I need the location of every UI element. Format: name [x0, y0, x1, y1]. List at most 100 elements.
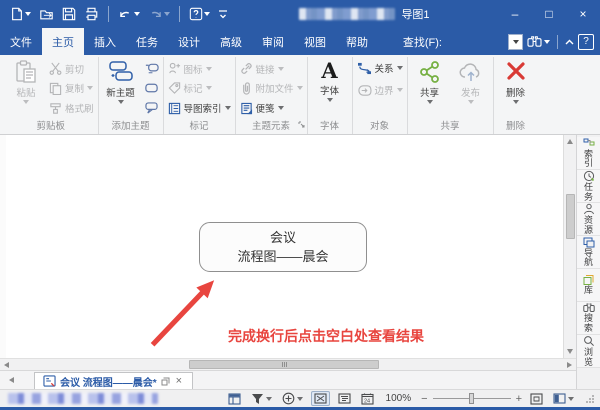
tab-insert[interactable]: 插入 [84, 28, 126, 55]
tab-advanced[interactable]: 高级 [210, 28, 252, 55]
map-index-icon [168, 102, 181, 115]
collapse-ribbon-button[interactable] [561, 39, 578, 45]
side-tab-index-label: 索 引 [584, 150, 593, 169]
group-font: A 字体 字体 [308, 57, 353, 134]
binoculars-icon [527, 35, 542, 48]
side-tab-browse[interactable]: 浏 览 [577, 335, 600, 368]
print-button[interactable] [81, 5, 102, 23]
side-tab-search[interactable]: 搜 索 [577, 302, 600, 335]
central-topic[interactable]: 会议 流程图——晨会 [199, 222, 367, 272]
horizontal-scrollbar[interactable] [0, 358, 576, 370]
icon-marker-icon [168, 62, 181, 75]
group-topic-elements: 链接 附加文件 便笺 主题元素 [236, 57, 308, 134]
side-tab-navigator[interactable]: 导 航 [577, 236, 600, 269]
tab-view[interactable]: 视图 [294, 28, 336, 55]
share-label: 共享 [420, 85, 439, 99]
icon-marker-button: 图标 [168, 60, 231, 78]
tab-review[interactable]: 审阅 [252, 28, 294, 55]
share-button[interactable]: 共享 [412, 58, 448, 119]
triangle-down-icon [567, 349, 573, 354]
font-button[interactable]: A 字体 [312, 58, 348, 119]
add-callout-button[interactable] [144, 99, 159, 117]
open-button[interactable] [36, 5, 57, 23]
font-label: 字体 [320, 83, 339, 97]
map-view-button[interactable] [311, 391, 330, 406]
vertical-scrollbar[interactable] [563, 135, 576, 358]
zoom-out-button[interactable]: − [421, 393, 427, 405]
filter-icon [251, 393, 264, 405]
schedule-view-button[interactable]: 24 [359, 392, 376, 406]
customize-toolbar-icon [218, 8, 228, 20]
scroll-down-button[interactable] [564, 345, 577, 358]
side-tab-tasks[interactable]: 任 务 [577, 170, 600, 203]
sheet-tab-active[interactable]: 会议 流程图——晨会* × [34, 372, 193, 389]
zoom-slider-track[interactable] [433, 398, 511, 399]
side-tab-index[interactable]: 索 引 [577, 137, 600, 170]
sheet-nav-left-button[interactable] [0, 371, 22, 389]
link-label: 链接 [256, 62, 275, 76]
sheet-expand-icon[interactable] [161, 377, 170, 386]
add-subtopic-button[interactable] [144, 60, 159, 78]
plus-circle-icon [282, 392, 295, 405]
add-floating-topic-button[interactable] [144, 79, 159, 97]
dropdown-icon [225, 106, 231, 110]
side-tab-resources[interactable]: 资 源 [577, 203, 600, 236]
outline-view-button[interactable] [336, 392, 353, 405]
format-painter-icon [49, 102, 62, 115]
new-topic-button[interactable]: 新主题 [103, 58, 139, 119]
info-panel-button[interactable] [226, 392, 243, 406]
tab-help[interactable]: 帮助 [336, 28, 378, 55]
ribbon-help-button[interactable]: ? [578, 34, 594, 50]
sheet-close-button[interactable]: × [174, 375, 184, 387]
tab-design[interactable]: 设计 [168, 28, 210, 55]
find-options-button[interactable] [523, 35, 554, 48]
note-button[interactable]: 便笺 [240, 99, 303, 117]
calendar-icon: 24 [361, 393, 374, 405]
customize-toolbar-button[interactable] [215, 6, 231, 22]
tab-home[interactable]: 主页 [42, 28, 84, 55]
side-tab-browse-label: 浏 览 [584, 348, 593, 367]
panel-layout-button[interactable] [551, 392, 576, 405]
side-panel-tabs: 索 引 任 务 资 源 导 航 库 搜 索 [576, 135, 600, 389]
new-document-button[interactable] [7, 5, 34, 23]
zoom-slider-thumb[interactable] [469, 393, 474, 404]
maximize-button[interactable]: □ [532, 0, 566, 28]
zoom-in-button[interactable]: + [516, 393, 522, 405]
side-tab-resources-label: 资 源 [584, 216, 593, 235]
scroll-up-button[interactable] [564, 135, 577, 148]
copy-icon [49, 82, 62, 95]
close-button[interactable]: × [566, 0, 600, 28]
callout-icon [144, 102, 159, 114]
tab-file[interactable]: 文件 [0, 28, 42, 55]
minimize-button[interactable]: – [498, 0, 532, 28]
delete-button[interactable]: 删除 [498, 58, 534, 119]
dropdown-icon [327, 98, 333, 102]
vertical-scroll-thumb[interactable] [566, 194, 575, 239]
zoom-level-label: 100% [382, 393, 416, 404]
map-canvas[interactable]: 会议 流程图——晨会 完成换行后点击空白处查看结果 [0, 135, 563, 358]
relationship-button[interactable]: 关系 [357, 59, 403, 77]
delete-label: 删除 [506, 85, 525, 99]
dialog-launcher-icon[interactable] [298, 119, 305, 131]
boundary-label: 边界 [375, 83, 394, 97]
fit-window-button[interactable] [528, 392, 545, 406]
tab-task[interactable]: 任务 [126, 28, 168, 55]
map-view-icon [314, 393, 327, 404]
side-tab-tasks-label: 任 务 [584, 183, 593, 202]
help-menu-button[interactable] [186, 5, 213, 23]
dropdown-icon [204, 12, 210, 16]
side-tab-library[interactable]: 库 [577, 269, 600, 302]
find-history-dropdown[interactable] [508, 34, 523, 50]
resize-grip[interactable] [586, 395, 594, 403]
group-label-delete: 删除 [498, 119, 534, 134]
horizontal-scroll-thumb[interactable] [189, 360, 379, 369]
filter-button[interactable] [249, 392, 274, 406]
calendar-day-text: 24 [364, 398, 370, 404]
dropdown-icon [87, 86, 93, 90]
save-button[interactable] [59, 5, 79, 23]
add-view-button[interactable] [280, 391, 305, 406]
map-index-button[interactable]: 导图索引 [168, 99, 231, 117]
undo-button[interactable] [115, 6, 143, 23]
dropdown-icon [278, 106, 284, 110]
paste-label: 粘贴 [16, 85, 35, 99]
